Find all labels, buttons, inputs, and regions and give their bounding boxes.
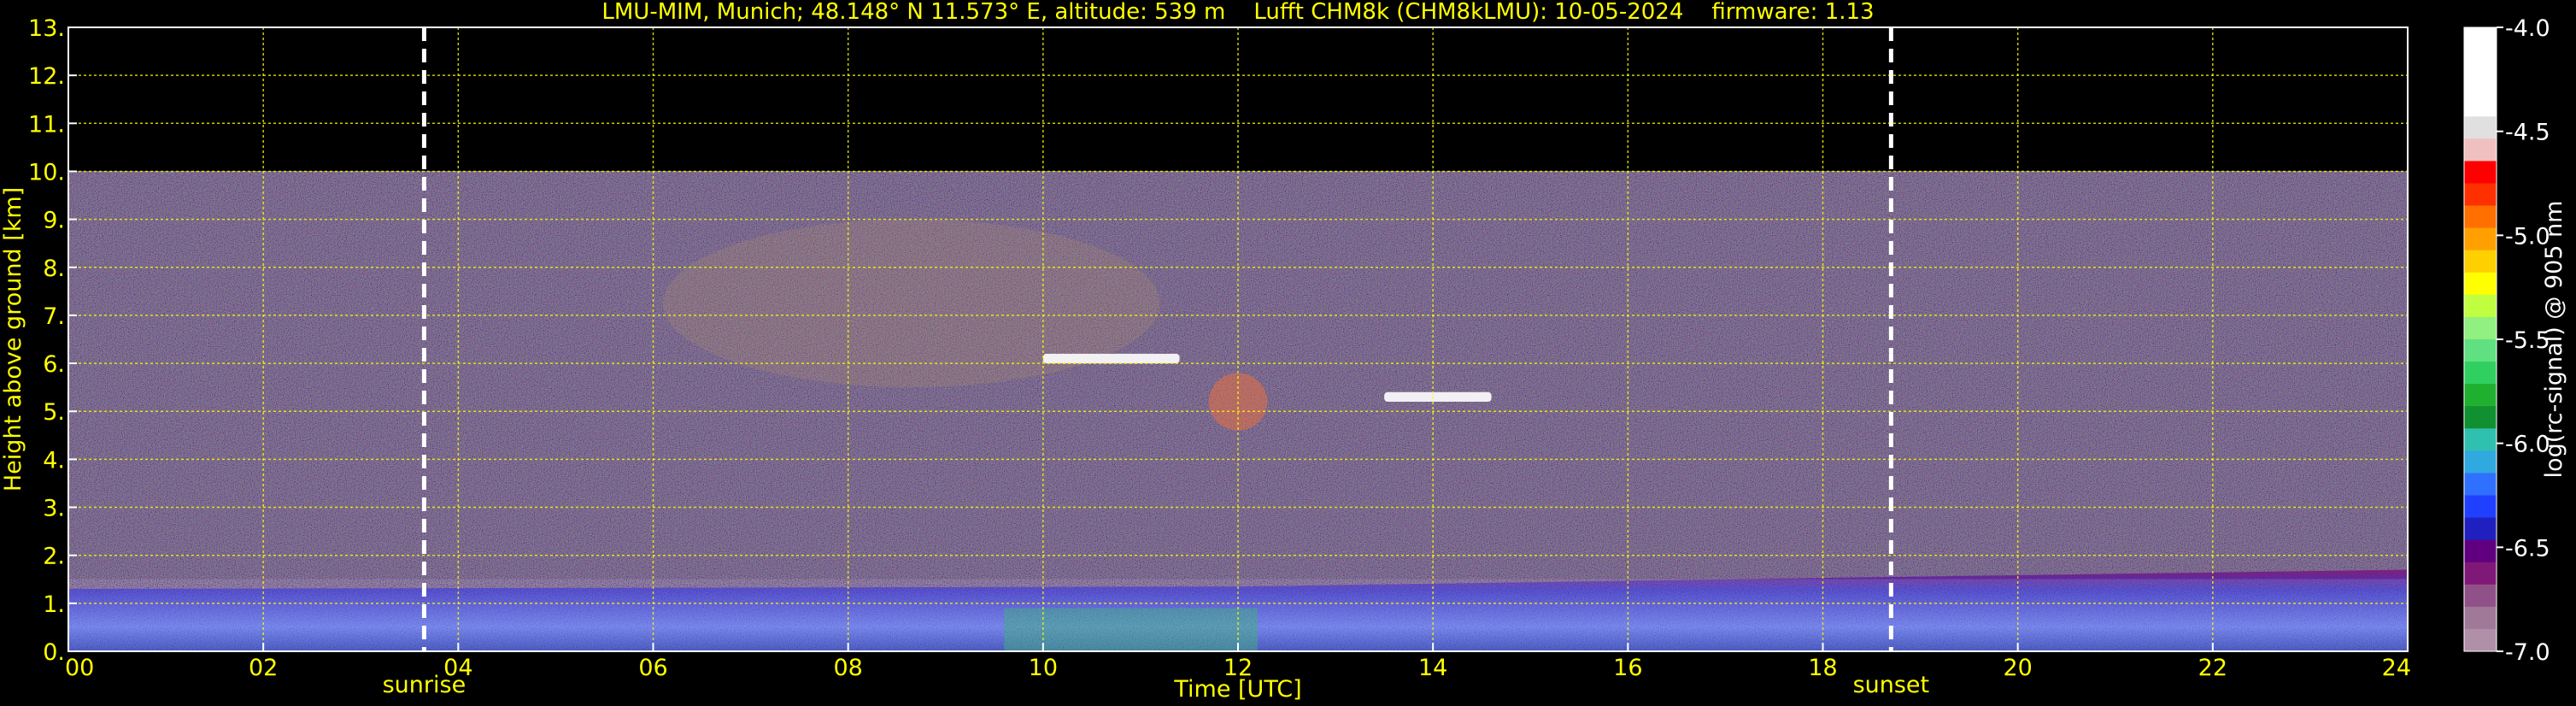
x-tick-label: 18	[1808, 655, 1837, 681]
colorbar-swatch	[2464, 362, 2497, 385]
colorbar-label: log(rc-signal) @ 905 nm	[2541, 201, 2567, 479]
y-tick-label: 11.	[28, 111, 65, 138]
colorbar-swatch	[2464, 161, 2497, 184]
y-tick-label: 2.	[43, 544, 65, 570]
x-tick-label: 02	[249, 655, 278, 681]
y-tick-label: 7.	[43, 303, 65, 330]
y-tick-label: 9.	[43, 208, 65, 234]
y-tick-label: 3.	[43, 496, 65, 522]
x-tick-label: 00	[65, 655, 94, 681]
x-axis-label: Time [UTC]	[1173, 676, 1301, 703]
colorbar-swatch	[2464, 517, 2497, 541]
y-tick-label: 13.	[28, 15, 65, 42]
x-tick-label: 22	[2198, 655, 2227, 681]
y-tick-label: 10.	[28, 159, 65, 185]
y-tick-label: 12.	[28, 63, 65, 90]
colorbar-swatch	[2464, 50, 2497, 73]
y-tick-label: 6.	[43, 351, 65, 378]
colorbar-swatch	[2464, 562, 2497, 585]
colorbar-swatch	[2464, 94, 2497, 117]
chart-title: LMU-MIM, Munich; 48.148° N 11.573° E, al…	[601, 0, 1874, 25]
colorbar-swatch	[2464, 473, 2497, 496]
colorbar-swatch	[2464, 138, 2497, 162]
colorbar-swatch	[2464, 606, 2497, 630]
y-tick-label: 8.	[43, 256, 65, 282]
colorbar-swatch	[2464, 339, 2497, 362]
colorbar-swatch	[2464, 116, 2497, 139]
colorbar-swatch	[2464, 316, 2497, 340]
ceilometer-chart: sunrise sunset 00 02 04 06 08 10 12 14 16 18 20 22 24…	[0, 0, 2567, 703]
colorbar-swatch	[2464, 406, 2497, 429]
colorbar-tick-label: -4.5	[2505, 120, 2550, 146]
x-tick-label: 14	[1418, 655, 1447, 681]
colorbar-swatch	[2464, 227, 2497, 251]
colorbar-swatch	[2464, 294, 2497, 318]
x-tick-label: 24	[2382, 655, 2411, 681]
y-tick-label: 1.	[43, 591, 65, 618]
colorbar-swatch	[2464, 450, 2497, 474]
colorbar-tick-label: -4.0	[2505, 15, 2550, 42]
colorbar-swatch	[2464, 495, 2497, 519]
colorbar-swatch	[2464, 584, 2497, 608]
colorbar-swatch	[2464, 250, 2497, 274]
colorbar-swatch	[2464, 539, 2497, 563]
colorbar-swatch	[2464, 205, 2497, 229]
boundary-texture	[68, 579, 2408, 651]
colorbar-tick-label: -6.5	[2505, 535, 2550, 562]
colorbar-swatch	[2464, 628, 2497, 652]
x-tick-label: 20	[2003, 655, 2032, 681]
colorbar-swatch	[2464, 183, 2497, 207]
colorbar-swatch	[2464, 384, 2497, 407]
cloud-streak	[1384, 391, 1492, 402]
x-tick-label: 08	[833, 655, 862, 681]
y-tick-label: 4.	[43, 447, 65, 474]
colorbar-swatch	[2464, 27, 2497, 50]
y-tick-label: 5.	[43, 399, 65, 426]
colorbar-tick-label: -7.0	[2505, 639, 2550, 666]
colorbar-swatch	[2464, 272, 2497, 296]
x-tick-label: 04	[443, 655, 472, 681]
cloud-streak	[1042, 353, 1180, 364]
colorbar-swatch	[2464, 72, 2497, 95]
x-tick-label: 06	[638, 655, 667, 681]
colorbar-swatch	[2464, 428, 2497, 451]
x-tick-label: 10	[1029, 655, 1058, 681]
x-tick-label: 16	[1613, 655, 1642, 681]
y-tick-label: 0.	[43, 639, 65, 666]
colorbar: -4.0-4.5-5.0-5.5-6.0-6.5-7.0	[2463, 15, 2550, 666]
sunset-label: sunset	[1853, 672, 1930, 698]
y-axis-label: Height above ground [km]	[0, 187, 26, 491]
